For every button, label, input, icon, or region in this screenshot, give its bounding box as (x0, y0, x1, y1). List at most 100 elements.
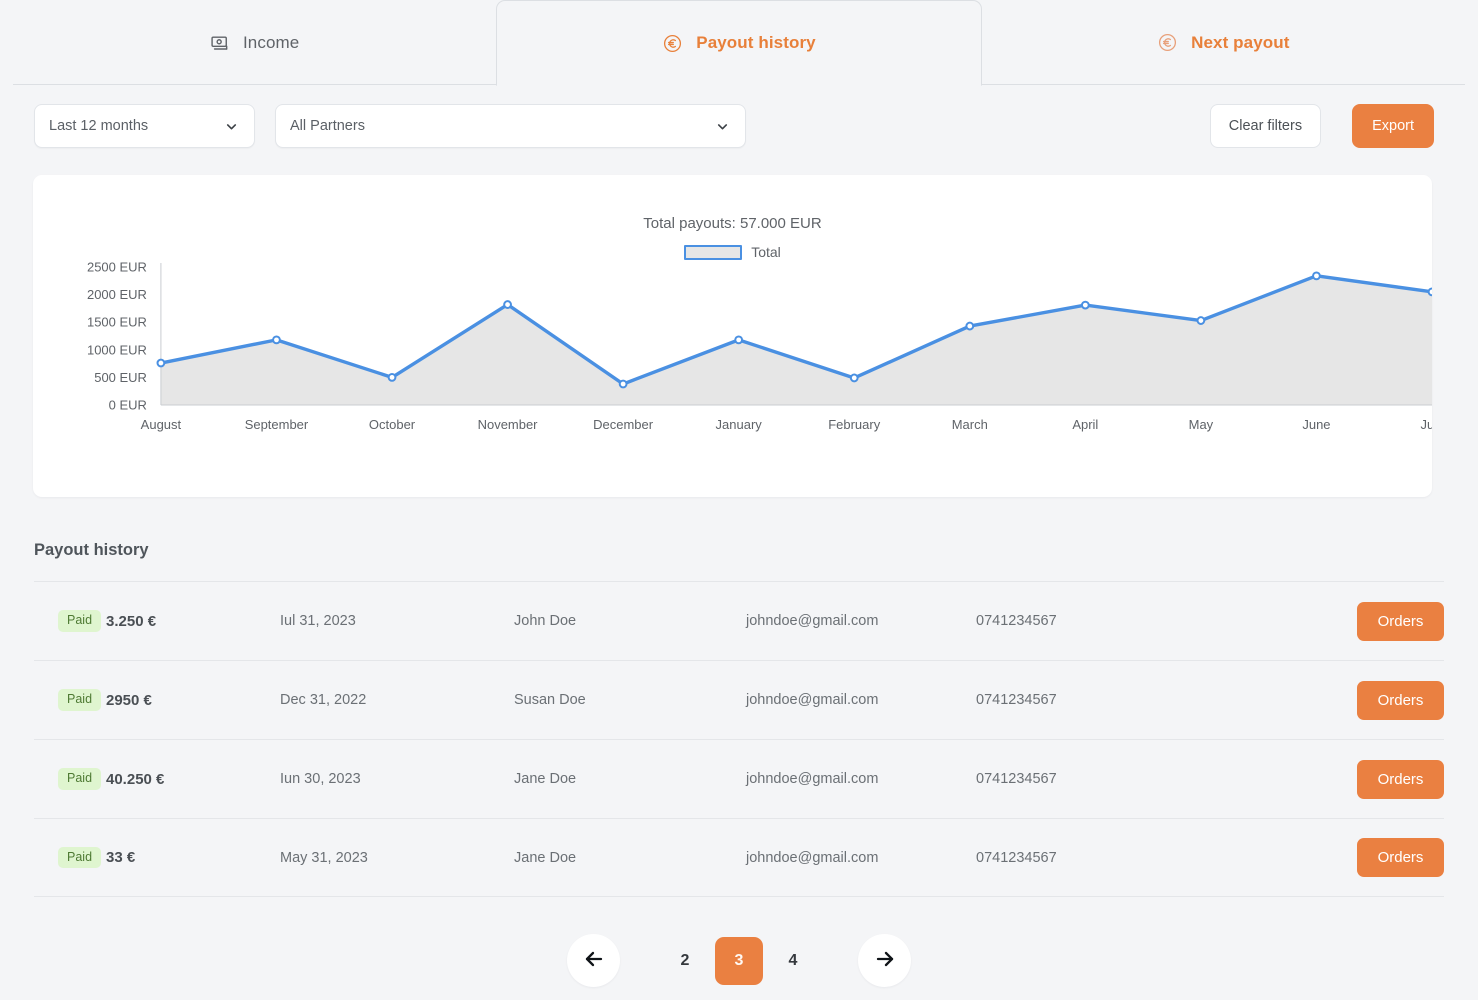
pagination-page-4[interactable]: 4 (769, 937, 817, 985)
pagination-next-button[interactable] (858, 934, 911, 987)
chart-x-tick-label: March (952, 417, 988, 432)
email-cell: johndoe@gmail.com (746, 613, 879, 629)
partner-select-value: All Partners (290, 118, 365, 134)
date-cell: Iun 30, 2023 (280, 771, 361, 787)
chart-y-tick-label: 1500 EUR (87, 315, 147, 330)
payout-history-table: Paid 3.250 € Iul 31, 2023 John Doe johndoe@g… (34, 581, 1444, 897)
date-cell: May 31, 2023 (280, 849, 368, 866)
chart-y-tick-label: 0 EUR (109, 397, 147, 412)
email-cell: johndoe@gmail.com (746, 692, 879, 708)
chevron-down-icon (224, 119, 239, 134)
clear-filters-button[interactable]: Clear filters (1209, 104, 1322, 148)
partner-select[interactable]: All Partners (275, 104, 746, 148)
chart-x-tick-label: June (1302, 417, 1330, 432)
chart-data-point (1312, 271, 1321, 281)
chart-axis-labels: August September October November December Ja… (87, 260, 1432, 432)
phone-cell: 0741234567 (976, 692, 1057, 708)
chart-x-tick-label: August (141, 417, 182, 432)
chart-x-tick-label: November (478, 417, 539, 432)
chart-data-point (156, 358, 166, 368)
tab-bar: Income Payout history Next payout (0, 0, 1478, 86)
orders-button[interactable]: Orders (1357, 680, 1444, 720)
pagination: 2 3 4 (0, 934, 1478, 987)
table-row: Paid 2950 € Dec 31, 2022 Susan Doe johndoe@g… (34, 660, 1444, 739)
action-cell: Orders (1324, 838, 1444, 877)
chart-data-point (387, 372, 397, 382)
pagination-page-2[interactable]: 2 (661, 937, 709, 985)
chart-data-point (734, 335, 744, 345)
phone-cell: 0741234567 (976, 849, 1057, 866)
partner-name-cell: Susan Doe (514, 692, 586, 708)
action-cell: Orders (1324, 601, 1444, 641)
euro-circle-icon (1157, 32, 1178, 53)
chart-y-tick-label: 500 EUR (94, 370, 147, 385)
filter-bar: Last 12 months All Partners Clear filter… (0, 85, 1478, 167)
chart-data-point (272, 335, 281, 345)
chart-data-point (1427, 287, 1432, 297)
amount-cell: 3.250 € (106, 612, 157, 630)
chart-x-tick-label: May (1189, 417, 1214, 432)
chart-y-tick-label: 2500 EUR (87, 260, 147, 275)
chart-x-tick-label: December (593, 417, 654, 432)
tab-next-payout-label: Next payout (1191, 32, 1290, 52)
chart-x-tick-label: February (828, 417, 880, 432)
chart-x-tick-label: October (369, 417, 416, 432)
arrow-right-icon (873, 947, 897, 974)
chart-data-point (1196, 316, 1206, 325)
pagination-page-3[interactable]: 3 (715, 936, 763, 985)
amount-cell: 2950 € (106, 691, 152, 709)
orders-button[interactable]: Orders (1357, 601, 1444, 641)
partner-name-cell: Jane Doe (514, 771, 577, 787)
amount-cell: 33 € (106, 849, 136, 866)
partner-name-cell: Jane Doe (514, 849, 577, 866)
partner-name-cell: John Doe (514, 613, 577, 629)
chart-x-tick-label: September (245, 417, 309, 432)
chart-data-point (618, 379, 628, 389)
status-cell: Paid (34, 610, 106, 632)
page-title: Payout history (34, 541, 149, 559)
orders-button[interactable]: Orders (1357, 759, 1444, 799)
chart-y-tick-label: 1000 EUR (87, 342, 147, 357)
period-select[interactable]: Last 12 months (34, 104, 255, 148)
status-badge: Paid (58, 846, 102, 869)
action-cell: Orders (1324, 680, 1444, 720)
euro-circle-icon (662, 33, 683, 54)
orders-button[interactable]: Orders (1357, 838, 1444, 877)
status-badge: Paid (58, 768, 102, 790)
status-cell: Paid (34, 689, 106, 711)
export-button[interactable]: Export (1352, 104, 1434, 148)
chart-plot-area: August September October November December Ja… (33, 255, 1432, 435)
phone-cell: 0741234567 (976, 613, 1057, 629)
chart-data-point (1080, 300, 1090, 310)
period-select-value: Last 12 months (49, 118, 149, 134)
status-cell: Paid (34, 768, 106, 790)
table-row: Paid 3.250 € Iul 31, 2023 John Doe johndoe@g… (34, 581, 1444, 660)
chart-data-point (965, 321, 975, 331)
status-badge: Paid (58, 610, 102, 632)
tab-payout-history[interactable]: Payout history (496, 0, 982, 86)
pagination-prev-button[interactable] (567, 934, 620, 987)
action-cell: Orders (1324, 759, 1444, 799)
chart-x-tick-label: April (1072, 417, 1098, 432)
tab-next-payout[interactable]: Next payout (982, 0, 1465, 85)
phone-cell: 0741234567 (976, 771, 1057, 787)
tab-payout-history-label: Payout history (696, 33, 816, 52)
status-badge: Paid (58, 689, 102, 711)
tab-income-label: Income (242, 32, 300, 52)
status-cell: Paid (34, 846, 106, 869)
tab-income[interactable]: Income (13, 0, 496, 85)
chevron-down-icon (715, 119, 730, 134)
chart-title: Total payouts: 57.000 EUR (643, 215, 822, 232)
email-cell: johndoe@gmail.com (746, 771, 879, 787)
banknote-icon (210, 33, 230, 53)
chart-data-point (849, 373, 859, 383)
chart-x-tick-label: July (1420, 417, 1432, 432)
date-cell: Iul 31, 2023 (280, 613, 356, 629)
amount-cell: 40.250 € (106, 770, 165, 788)
table-row: Paid 40.250 € Iun 30, 2023 Jane Doe johndoe@… (34, 739, 1444, 818)
email-cell: johndoe@gmail.com (746, 849, 879, 866)
date-cell: Dec 31, 2022 (280, 692, 367, 708)
arrow-left-icon (582, 947, 606, 974)
chart-data-point (503, 300, 512, 309)
payout-chart-card: Total payouts: 57.000 EUR Total August Se… (33, 175, 1432, 497)
